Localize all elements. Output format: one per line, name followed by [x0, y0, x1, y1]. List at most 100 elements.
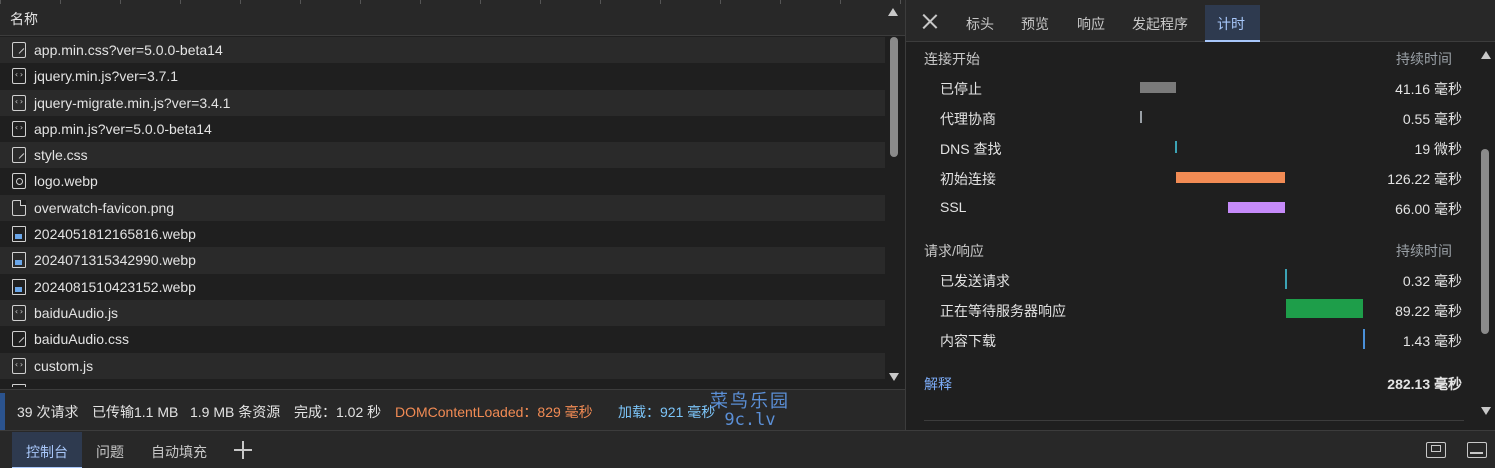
- scroll-down-arrow-icon[interactable]: [889, 373, 899, 381]
- image-file-icon: [12, 278, 26, 295]
- request-count: 39 次请求: [17, 404, 79, 420]
- file-name: app.min.css?ver=5.0.0-beta14: [34, 42, 223, 58]
- file-name: 2024051812165816.webp: [34, 226, 196, 243]
- timing-label-stalled: 已停止: [940, 81, 982, 97]
- name-column-header[interactable]: 名称: [0, 0, 905, 36]
- timing-bar-request-sent: [1285, 269, 1287, 289]
- connection-duration-label: 持续时间: [1396, 51, 1452, 67]
- finish-time: 完成：1.02 秒: [294, 404, 382, 420]
- table-row[interactable]: ‹› baiduAudio.js: [0, 299, 885, 327]
- close-icon[interactable]: [922, 13, 938, 29]
- js-file-icon: ‹›: [12, 120, 26, 137]
- image-file-icon: [12, 252, 26, 269]
- dom-content-loaded-time: DOMContentLoaded：829 毫秒: [395, 404, 593, 420]
- drawer-tab-issues[interactable]: 问题: [96, 442, 124, 462]
- tab-initiator[interactable]: 发起程序: [1132, 14, 1188, 34]
- table-row[interactable]: logo.webp: [0, 168, 885, 195]
- table-row[interactable]: ‹› jquery-migrate.min.js?ver=3.4.1: [0, 89, 885, 116]
- sort-ascending-icon[interactable]: [888, 8, 898, 16]
- timing-label-initial-connection: 初始连接: [940, 171, 996, 187]
- watermark-line1: 菜鸟乐园: [710, 391, 790, 412]
- detail-scrollbar[interactable]: [1476, 43, 1495, 430]
- timing-value-ssl: 66.00 毫秒: [1395, 201, 1462, 217]
- js-file-icon: ‹›: [12, 94, 26, 111]
- timing-table: 连接开始 持续时间 已停止 41.16 毫秒 代理协商 0.55 毫秒 DNS …: [906, 43, 1476, 430]
- tab-response[interactable]: 响应: [1077, 14, 1105, 34]
- timing-bar-ssl: [1228, 202, 1285, 213]
- file-name: style.css: [34, 147, 88, 164]
- css-file-icon: [12, 331, 26, 348]
- table-row[interactable]: ‹› app.min.js?ver=5.0.0-beta14: [0, 115, 885, 143]
- table-row[interactable]: 2024091502415117.webp: [0, 378, 885, 387]
- timing-label-dns: DNS 查找: [940, 141, 1002, 157]
- scroll-up-arrow-icon[interactable]: [1481, 51, 1491, 59]
- timing-value-initial-connection: 126.22 毫秒: [1387, 171, 1462, 187]
- image-file-icon: [12, 383, 26, 387]
- timing-value-waiting-ttfb: 89.22 毫秒: [1395, 303, 1462, 319]
- add-tab-plus-icon[interactable]: [234, 441, 252, 459]
- scrollbar-thumb[interactable]: [890, 37, 898, 157]
- overview-tickmarks: [0, 0, 905, 4]
- file-name: overwatch-favicon.png: [34, 199, 175, 216]
- timing-bar-initial-connection: [1176, 172, 1285, 183]
- timing-bar-waiting-ttfb: [1286, 299, 1363, 318]
- file-name: custom.js: [34, 357, 94, 374]
- timing-bar-dns: [1175, 141, 1177, 153]
- timing-bar-stalled: [1140, 82, 1176, 93]
- css-file-icon: [12, 147, 26, 164]
- drawer-tab-autofill[interactable]: 自动填充: [151, 442, 207, 462]
- table-row[interactable]: 2024081510423152.webp: [0, 273, 885, 300]
- transferred-size: 已传输1.1 MB: [92, 404, 179, 420]
- bottom-drawer-tabbar: 控制台 问题 自动填充: [0, 430, 1495, 468]
- request-list-scrollbar[interactable]: [885, 37, 905, 387]
- tab-preview[interactable]: 预览: [1021, 14, 1049, 34]
- timing-value-content-download: 1.43 毫秒: [1402, 333, 1462, 349]
- tab-headers[interactable]: 标头: [966, 14, 994, 34]
- explanation-link[interactable]: 解释: [924, 374, 952, 394]
- dock-drawer-icon[interactable]: [1426, 442, 1446, 458]
- timing-value-dns: 19 微秒: [1414, 141, 1462, 157]
- close-drawer-icon[interactable]: [1467, 442, 1487, 458]
- table-row[interactable]: 2024071315342990.webp: [0, 247, 885, 274]
- table-row[interactable]: baiduAudio.css: [0, 326, 885, 353]
- detail-tabbar: 标头 预览 响应 发起程序 计时: [906, 0, 1495, 42]
- request-list-panel: 名称 app.min.css?ver=5.0.0-beta14 ‹› jquery.…: [0, 0, 905, 433]
- request-list: app.min.css?ver=5.0.0-beta14 ‹› jquery.min…: [0, 37, 885, 387]
- table-row[interactable]: ‹› jquery.min.js?ver=3.7.1: [0, 63, 885, 90]
- scrollbar-thumb[interactable]: [1481, 149, 1489, 334]
- file-name: logo.webp: [34, 173, 98, 190]
- js-file-icon: ‹›: [12, 357, 26, 374]
- timing-label-request-sent: 已发送请求: [940, 273, 1010, 289]
- timing-label-proxy: 代理协商: [940, 111, 996, 127]
- table-row[interactable]: style.css: [0, 142, 885, 169]
- file-name: app.min.js?ver=5.0.0-beta14: [34, 120, 212, 137]
- timing-value-stalled: 41.16 毫秒: [1395, 81, 1462, 97]
- watermark-line2: 9c.lv: [724, 410, 776, 430]
- request-response-duration-label: 持续时间: [1396, 243, 1452, 259]
- request-detail-panel: 标头 预览 响应 发起程序 计时 连接开始 持续时间 已停止 41.16 毫秒 …: [906, 0, 1495, 430]
- file-name: jquery.min.js?ver=3.7.1: [34, 68, 179, 85]
- tab-timing[interactable]: 计时: [1217, 14, 1245, 34]
- timing-label-waiting-ttfb: 正在等待服务器响应: [940, 303, 1066, 319]
- js-file-icon: ‹›: [12, 68, 26, 85]
- css-file-icon: [12, 42, 26, 58]
- file-name: 2024071315342990.webp: [34, 252, 196, 269]
- timing-bar-proxy: [1140, 111, 1142, 123]
- request-response-heading: 请求/响应: [924, 243, 984, 259]
- table-row[interactable]: 2024051812165816.webp: [0, 221, 885, 248]
- file-name: jquery-migrate.min.js?ver=3.4.1: [34, 94, 231, 111]
- timing-value-request-sent: 0.32 毫秒: [1402, 273, 1462, 289]
- resources-size: 1.9 MB 条资源: [190, 404, 281, 420]
- file-name: baiduAudio.js: [34, 304, 119, 321]
- timing-label-content-download: 内容下载: [940, 333, 996, 349]
- js-file-icon: ‹›: [12, 304, 26, 321]
- file-name: baiduAudio.css: [34, 331, 129, 348]
- scroll-down-arrow-icon[interactable]: [1481, 407, 1491, 415]
- timing-value-proxy: 0.55 毫秒: [1402, 111, 1462, 127]
- drawer-tab-console[interactable]: 控制台: [26, 442, 68, 462]
- table-row[interactable]: overwatch-favicon.png: [0, 194, 885, 222]
- image-file-icon: [12, 226, 26, 243]
- table-row[interactable]: ‹› custom.js: [0, 352, 885, 379]
- left-edge-accent: [0, 393, 5, 433]
- table-row[interactable]: app.min.css?ver=5.0.0-beta14: [0, 37, 885, 64]
